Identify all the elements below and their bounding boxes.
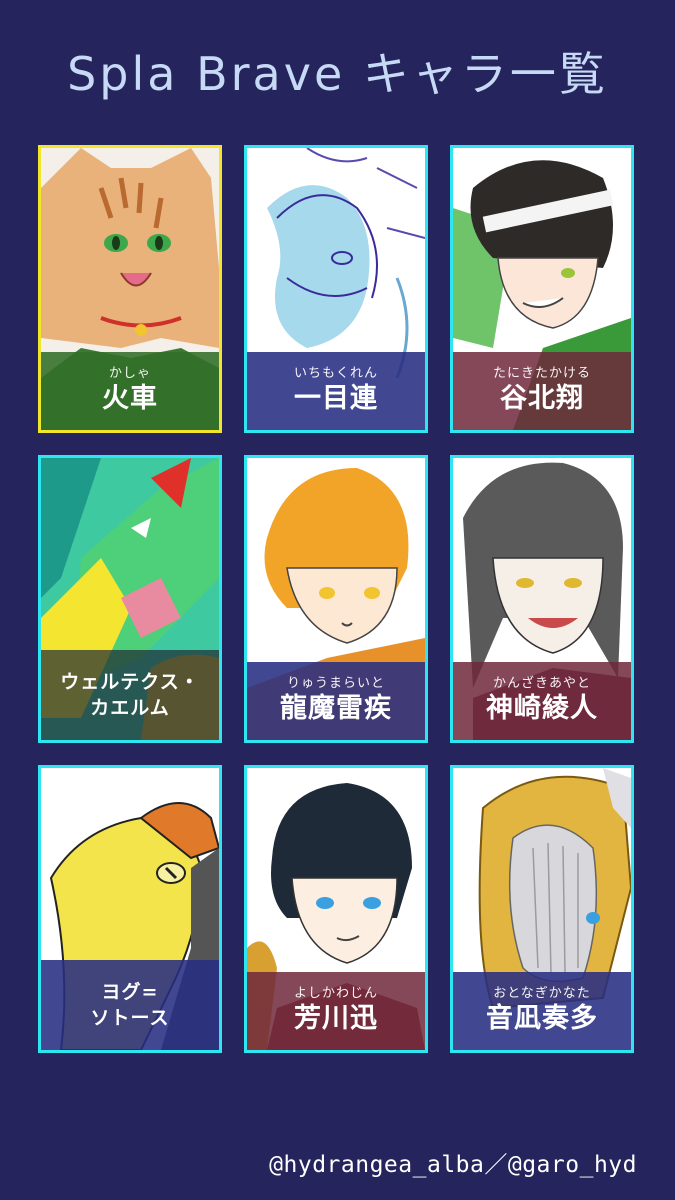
character-name: 火車 [102,383,158,414]
character-name-line1: ヨグ= [101,981,159,1003]
character-name: 一目連 [294,383,378,414]
character-name: 谷北翔 [500,383,584,414]
name-band: よしかわじん 芳川迅 [247,972,425,1050]
page-title: Spla Brave キャラ一覧 [67,47,608,101]
name-band: いちもくれん 一目連 [247,352,425,430]
name-band: たにきたかける 谷北翔 [453,352,631,430]
name-ruby: よしかわじん [293,986,378,1001]
character-card-kasha[interactable]: かしゃ 火車 [38,145,222,433]
character-card-ichimokuren[interactable]: いちもくれん 一目連 [244,145,428,433]
character-card-yog-sothoth[interactable]: ヨグ= ソトース [38,765,222,1053]
character-card-otonagi-kanata[interactable]: おとなぎかなた 音凪奏多 [450,765,634,1053]
character-name: 龍魔雷疾 [280,693,392,724]
name-band: かしゃ 火車 [41,352,219,430]
name-band: りゅうまらいと 龍魔雷疾 [247,662,425,740]
character-name-line2: ソトース [90,1007,170,1029]
character-card-kanzaki-ayato[interactable]: かんざきあやと 神崎綾人 [450,455,634,743]
name-band: かんざきあやと 神崎綾人 [453,662,631,740]
name-ruby: かしゃ [108,366,151,381]
name-ruby: りゅうまらいと [286,676,385,691]
name-ruby: かんざきあやと [492,676,591,691]
character-name: 音凪奏多 [486,1003,598,1034]
author-credit: @hydrangea_alba／@garo_hyd [269,1152,637,1178]
character-card-vertex-caelum[interactable]: ウェルテクス・ カエルム [38,455,222,743]
name-band: ヨグ= ソトース [41,960,219,1050]
name-ruby: たにきたかける [492,366,591,381]
character-card-yoshikawa-jin[interactable]: よしかわじん 芳川迅 [244,765,428,1053]
character-name: 神崎綾人 [486,693,598,724]
character-name: 芳川迅 [294,1003,378,1034]
name-band: ウェルテクス・ カエルム [41,650,219,740]
character-card-ryuma-raito[interactable]: りゅうまらいと 龍魔雷疾 [244,455,428,743]
character-name-line1: ウェルテクス・ [60,671,200,693]
character-card-tanikita-kakeru[interactable]: たにきたかける 谷北翔 [450,145,634,433]
character-name-line2: カエルム [90,697,170,719]
name-band: おとなぎかなた 音凪奏多 [453,972,631,1050]
name-ruby: おとなぎかなた [493,986,591,1001]
name-ruby: いちもくれん [293,366,378,381]
